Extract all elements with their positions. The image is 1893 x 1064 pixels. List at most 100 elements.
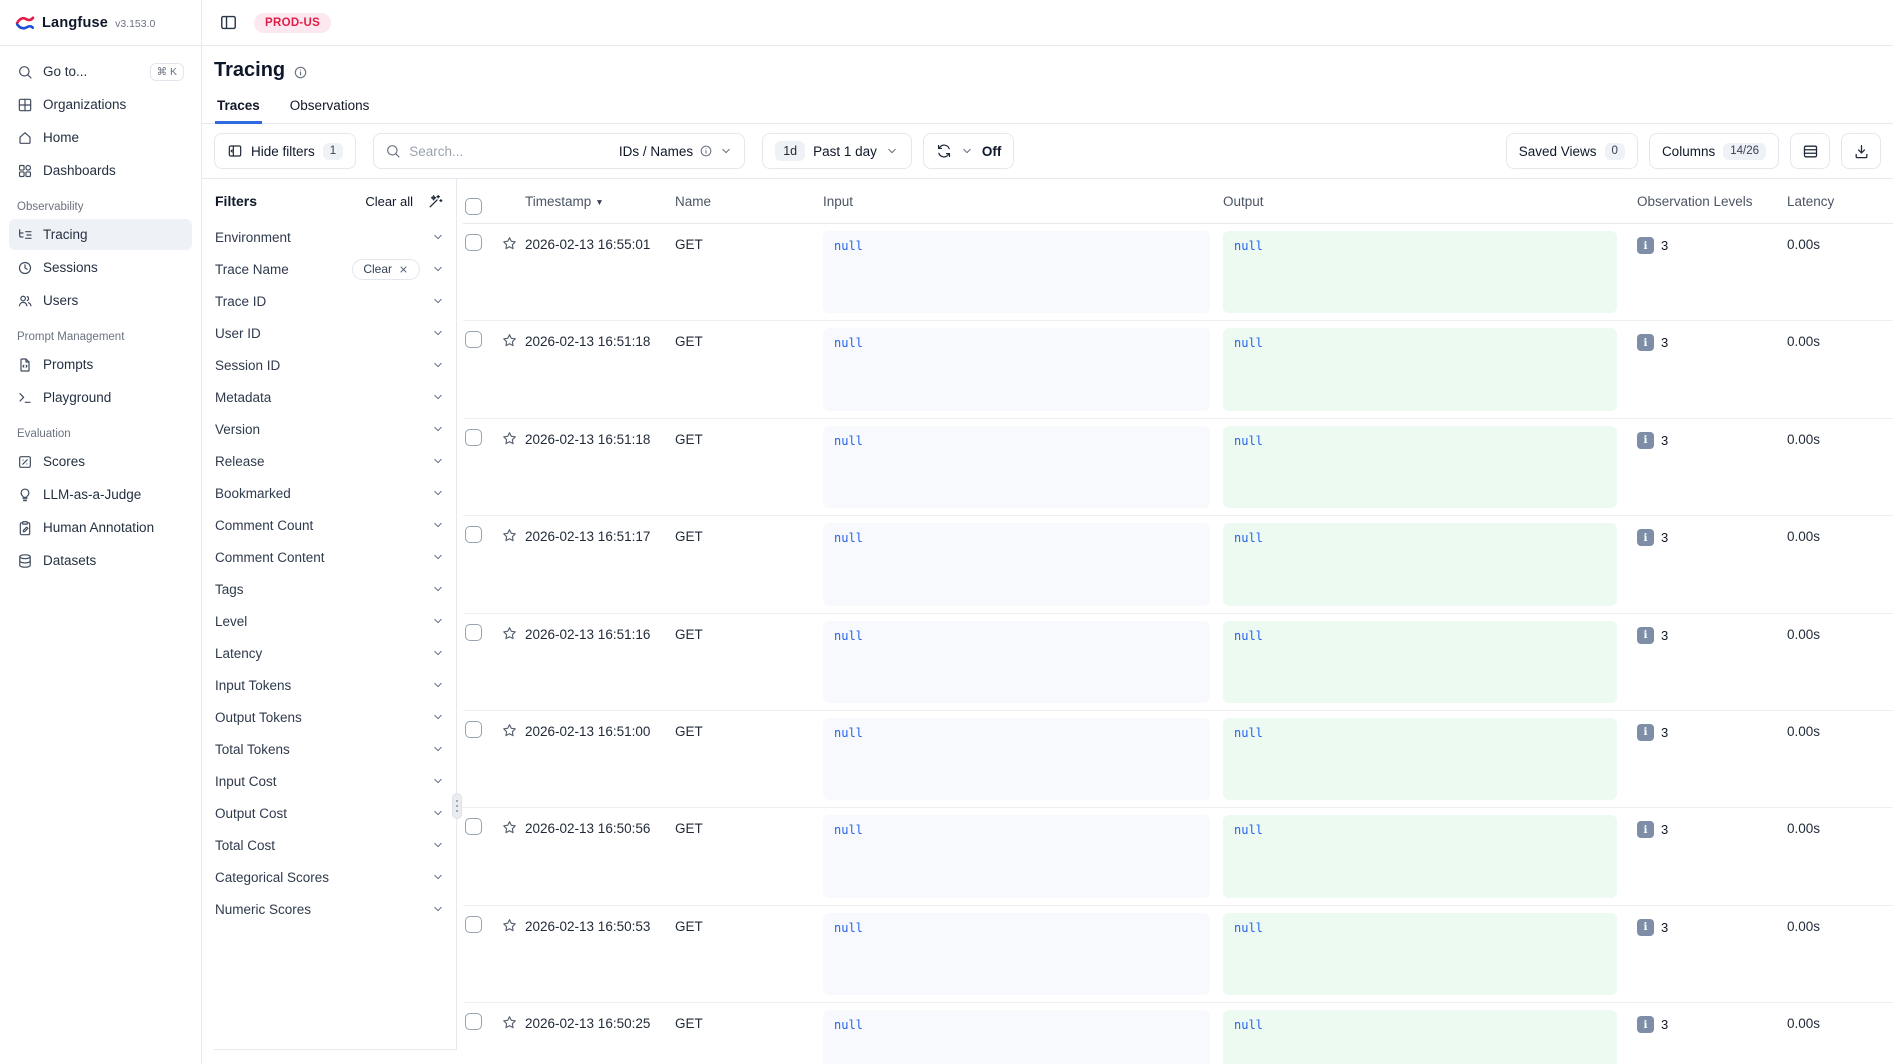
sidebar-item-scores[interactable]: Scores — [9, 446, 192, 477]
table-row[interactable]: 2026-02-13 16:55:01 GET null null 3 0.00… — [463, 224, 1893, 321]
table-row[interactable]: 2026-02-13 16:51:16 GET null null 3 0.00… — [463, 614, 1893, 711]
sidebar-item-home[interactable]: Home — [9, 122, 192, 153]
row-checkbox[interactable] — [465, 624, 482, 641]
filter-item-bookmarked[interactable]: Bookmarked — [214, 477, 446, 509]
sidebar-item-dashboards[interactable]: Dashboards — [9, 155, 192, 186]
output-cell[interactable]: null — [1223, 815, 1617, 897]
sidebar-item-llm-as-a-judge[interactable]: LLM-as-a-Judge — [9, 479, 192, 510]
filter-item-categorical-scores[interactable]: Categorical Scores — [214, 861, 446, 893]
row-checkbox[interactable] — [465, 429, 482, 446]
sidebar-toggle-button[interactable] — [214, 9, 242, 37]
output-cell[interactable]: null — [1223, 231, 1617, 313]
output-column-header[interactable]: Output — [1223, 194, 1637, 209]
output-cell[interactable]: null — [1223, 913, 1617, 995]
output-cell[interactable]: null — [1223, 718, 1617, 800]
sidebar-item-organizations[interactable]: Organizations — [9, 89, 192, 120]
output-cell[interactable]: null — [1223, 426, 1617, 508]
time-range-button[interactable]: 1d Past 1 day — [762, 133, 912, 169]
row-checkbox[interactable] — [465, 818, 482, 835]
filter-item-input-cost[interactable]: Input Cost — [214, 765, 446, 797]
timestamp-column-header[interactable]: Timestamp ▼ — [525, 194, 675, 209]
filter-item-total-cost[interactable]: Total Cost — [214, 829, 446, 861]
saved-views-button[interactable]: Saved Views 0 — [1506, 133, 1638, 169]
export-button[interactable] — [1841, 133, 1881, 169]
table-row[interactable]: 2026-02-13 16:50:25 GET null null 3 0.00… — [463, 1003, 1893, 1064]
bookmark-star-icon[interactable] — [501, 321, 525, 417]
select-all-checkbox[interactable] — [465, 198, 482, 215]
input-column-header[interactable]: Input — [823, 194, 1223, 209]
table-row[interactable]: 2026-02-13 16:50:53 GET null null 3 0.00… — [463, 906, 1893, 1003]
filter-item-release[interactable]: Release — [214, 445, 446, 477]
row-checkbox[interactable] — [465, 526, 482, 543]
row-checkbox[interactable] — [465, 721, 482, 738]
filter-item-output-cost[interactable]: Output Cost — [214, 797, 446, 829]
sidebar-item-datasets[interactable]: Datasets — [9, 545, 192, 576]
search-scope-selector[interactable]: IDs / Names — [619, 144, 733, 159]
sidebar-item-tracing[interactable]: Tracing — [9, 219, 192, 250]
sidebar-item-users[interactable]: Users — [9, 285, 192, 316]
filter-item-total-tokens[interactable]: Total Tokens — [214, 733, 446, 765]
output-cell[interactable]: null — [1223, 328, 1617, 410]
output-cell[interactable]: null — [1223, 1010, 1617, 1064]
panel-resize-handle[interactable] — [452, 793, 462, 819]
search-input[interactable] — [409, 144, 611, 159]
sidebar-item-prompts[interactable]: Prompts — [9, 349, 192, 380]
goto-search[interactable]: Go to... ⌘ K — [9, 56, 192, 87]
input-cell[interactable]: null — [823, 523, 1210, 605]
bookmark-star-icon[interactable] — [501, 224, 525, 320]
filter-item-numeric-scores[interactable]: Numeric Scores — [214, 893, 446, 925]
input-cell[interactable]: null — [823, 621, 1210, 703]
row-height-button[interactable] — [1790, 133, 1830, 169]
table-row[interactable]: 2026-02-13 16:51:17 GET null null 3 0.00… — [463, 516, 1893, 613]
filter-item-output-tokens[interactable]: Output Tokens — [214, 701, 446, 733]
filter-item-latency[interactable]: Latency — [214, 637, 446, 669]
filter-item-metadata[interactable]: Metadata — [214, 381, 446, 413]
sidebar-item-sessions[interactable]: Sessions — [9, 252, 192, 283]
bookmark-star-icon[interactable] — [501, 516, 525, 612]
tab-observations[interactable]: Observations — [288, 90, 372, 123]
table-row[interactable]: 2026-02-13 16:51:18 GET null null 3 0.00… — [463, 321, 1893, 418]
columns-button[interactable]: Columns 14/26 — [1649, 133, 1779, 169]
table-row[interactable]: 2026-02-13 16:50:56 GET null null 3 0.00… — [463, 808, 1893, 905]
bookmark-star-icon[interactable] — [501, 1003, 525, 1064]
latency-column-header[interactable]: Latency — [1787, 194, 1893, 209]
input-cell[interactable]: null — [823, 1010, 1210, 1064]
row-checkbox[interactable] — [465, 234, 482, 251]
bookmark-star-icon[interactable] — [501, 808, 525, 904]
hide-filters-button[interactable]: Hide filters 1 — [214, 133, 356, 169]
observation-levels-column-header[interactable]: Observation Levels — [1637, 194, 1787, 209]
sidebar-item-human-annotation[interactable]: Human Annotation — [9, 512, 192, 543]
table-row[interactable]: 2026-02-13 16:51:18 GET null null 3 0.00… — [463, 419, 1893, 516]
bookmark-star-icon[interactable] — [501, 711, 525, 807]
filter-item-session-id[interactable]: Session ID — [214, 349, 446, 381]
info-icon[interactable] — [293, 65, 308, 80]
input-cell[interactable]: null — [823, 426, 1210, 508]
filter-item-trace-name[interactable]: Trace Name Clear — [214, 253, 446, 285]
magic-wand-icon[interactable] — [427, 193, 444, 210]
tab-traces[interactable]: Traces — [215, 90, 262, 123]
filter-item-input-tokens[interactable]: Input Tokens — [214, 669, 446, 701]
input-cell[interactable]: null — [823, 231, 1210, 313]
filter-item-comment-content[interactable]: Comment Content — [214, 541, 446, 573]
table-row[interactable]: 2026-02-13 16:51:00 GET null null 3 0.00… — [463, 711, 1893, 808]
clear-all-filters-button[interactable]: Clear all — [365, 194, 413, 209]
filter-item-version[interactable]: Version — [214, 413, 446, 445]
input-cell[interactable]: null — [823, 815, 1210, 897]
filter-item-comment-count[interactable]: Comment Count — [214, 509, 446, 541]
filter-item-trace-id[interactable]: Trace ID — [214, 285, 446, 317]
bookmark-star-icon[interactable] — [501, 614, 525, 710]
output-cell[interactable]: null — [1223, 523, 1617, 605]
filter-item-level[interactable]: Level — [214, 605, 446, 637]
filter-item-tags[interactable]: Tags — [214, 573, 446, 605]
filter-item-environment[interactable]: Environment — [214, 221, 446, 253]
row-checkbox[interactable] — [465, 1013, 482, 1030]
row-checkbox[interactable] — [465, 331, 482, 348]
input-cell[interactable]: null — [823, 328, 1210, 410]
input-cell[interactable]: null — [823, 718, 1210, 800]
output-cell[interactable]: null — [1223, 621, 1617, 703]
name-column-header[interactable]: Name — [675, 194, 823, 209]
sidebar-item-playground[interactable]: Playground — [9, 382, 192, 413]
filter-item-user-id[interactable]: User ID — [214, 317, 446, 349]
bookmark-star-icon[interactable] — [501, 419, 525, 515]
environment-badge[interactable]: PROD-US — [254, 13, 331, 33]
